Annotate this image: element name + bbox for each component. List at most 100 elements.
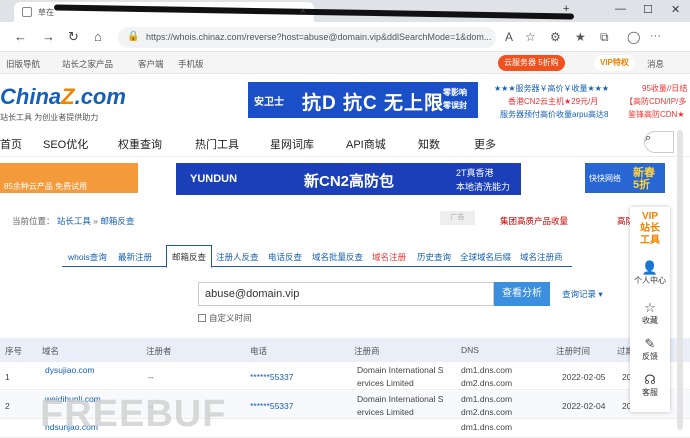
kuaikuai-brand: 快快网络 [589,174,621,183]
yundun-brand: YUNDUN [190,173,238,185]
row-index: 2 [5,401,10,411]
redaction-scribble [53,4,575,20]
row-registrar-line2: ervices Limited [357,378,414,388]
row-dns2: dm2.dns.com [461,407,513,417]
tab-registrar[interactable]: 域名注册商 [520,251,563,263]
ad-placeholder: 广告 [440,211,475,225]
nav-zhishu[interactable]: 知数 [418,136,440,152]
row-phone[interactable]: ******55337 [250,372,293,382]
topbar-item-mobile[interactable]: 手机版 [178,58,204,70]
group-products-ad-link[interactable]: 集团高质产品收量 [500,215,568,227]
tab-registrant-reverse[interactable]: 注册人反查 [216,251,259,263]
yundun-ad[interactable]: YUNDUN 新CN2高防包 2T真香港 本地清洗能力 [176,163,521,195]
minimize-icon[interactable]: — [615,3,626,15]
tab-history[interactable]: 历史查询 [417,251,451,263]
kuaikuai-sale: 新春5折 [633,167,655,191]
favorites-icon[interactable]: ★ [575,30,586,44]
tab-close-icon[interactable]: × [300,6,306,17]
yundun-sub1: 2T真香港 [456,168,494,178]
profile-icon[interactable]: ◯ [627,30,640,44]
nav-api[interactable]: API商城 [346,136,386,152]
row-dns2: dm2.dns.com [461,378,513,388]
browser-tab[interactable]: 草在 × [14,2,575,22]
header-date: 注册时间 [556,346,591,356]
sidebar-profile[interactable]: 👤 个人中心 [630,261,670,286]
query-history-dropdown[interactable]: 查询记录 ▾ [562,288,603,300]
extensions-icon[interactable]: ⚙ [550,30,561,44]
sidebar-favorite[interactable]: ☆ 收藏 [630,301,670,326]
promo-link-4[interactable]: 95收量//日结 [642,83,687,94]
row-registrar-line2: ervices Limited [357,407,414,417]
url-text: https://whois.chinaz.com/reverse?host=ab… [146,32,492,42]
breadcrumb-tools[interactable]: 站长工具 [57,216,91,226]
sidebar-support[interactable]: ☊ 客服 [630,373,670,398]
tab-whois[interactable]: whois查询 [68,251,107,263]
topbar-item-old-nav[interactable]: 旧版导航 [6,58,40,70]
tab-global-suffix[interactable]: 全球域名后缀 [460,251,511,263]
favorite-star-icon[interactable]: ☆ [525,30,536,44]
cloud-products-ad[interactable]: 85余种云产品 免费试用 [0,163,138,193]
more-icon[interactable]: ··· [650,30,661,42]
kuaikuai-ad[interactable]: 快快网络 新春5折 [585,163,665,193]
vip-tools-badge[interactable]: VIP 站长 工具 [630,211,670,247]
row-registrar-line1: Domain International S [357,394,444,404]
tab-phone-reverse[interactable]: 电话反查 [268,251,302,263]
tab-batch-reverse[interactable]: 域名批量反查 [312,251,363,263]
sidebar-feedback[interactable]: ✎ 反馈 [630,337,670,362]
topbar-messages[interactable]: 消息 [647,58,664,70]
row-registrant: -- [148,372,154,382]
new-tab-icon[interactable]: + [563,3,569,15]
header-domain: 域名 [42,346,60,356]
promo-link-5[interactable]: 【高防CDN/IP/多 [625,96,686,107]
nav-seo[interactable]: SEO优化 [43,136,88,152]
row-dns1: dm1.dns.com [461,422,513,432]
close-window-icon[interactable]: ✕ [671,3,680,16]
lock-icon: 🔒 [127,31,140,42]
logo-subtitle: 站长工具 为创业者提供助力 [0,113,99,122]
nav-hot-tools[interactable]: 热门工具 [195,136,239,152]
promo-vip-badge[interactable]: VIP特权 [594,55,635,71]
promo-link-2[interactable]: 香港CN2云主机★29元/月 [508,96,598,107]
maximize-icon[interactable]: ☐ [643,3,653,16]
nav-search-icon[interactable]: ⌕ [644,131,674,153]
collections-icon[interactable]: ⧉ [600,30,609,45]
promo-cloud-badge[interactable]: 云服务器 5折购 [498,55,565,71]
tab-email-reverse[interactable]: 邮箱反查 [172,251,206,263]
nav-keywords[interactable]: 星网词库 [270,136,314,152]
nav-more[interactable]: 更多 [474,136,496,152]
header-registrant: 注册者 [146,346,172,356]
home-icon[interactable]: ⌂ [94,29,102,44]
row-domain[interactable]: dysujiao.com [45,365,95,375]
header-registrar: 注册商 [354,346,380,356]
headset-icon: ☊ [644,372,656,387]
promo-link-3[interactable]: 服务器预付高价收量arpu高达8 [500,109,608,120]
page-scrollbar[interactable] [677,130,683,430]
url-bar[interactable]: 🔒 https://whois.chinaz.com/reverse?host=… [118,27,496,48]
header-dns: DNS [461,345,479,355]
reload-icon[interactable]: ↻ [68,29,79,45]
tab-latest-register[interactable]: 最新注册 [118,251,152,263]
back-icon[interactable]: ← [14,29,27,44]
email-search-input[interactable] [198,282,494,306]
forward-icon[interactable]: → [42,29,55,44]
tab-domain-register[interactable]: 域名注册 [372,251,406,263]
address-bar-row: ← → ↻ ⌂ 🔒 https://whois.chinaz.com/rever… [0,22,690,52]
analyze-button[interactable]: 查看分析 [494,282,550,306]
nav-weight[interactable]: 权重查询 [118,136,162,152]
promo-link-6[interactable]: 鉴锋高防CDN★ [628,109,685,120]
topbar-item-client[interactable]: 客户端 [138,58,164,70]
custom-time-checkbox[interactable] [198,314,206,322]
row-date: 2022-02-04 [562,401,606,411]
custom-time-option[interactable]: 自定义时间 [198,312,252,324]
promo-link-1[interactable]: ★★★服务器￥高价￥收量★★★ [494,83,609,94]
header-ad-banner[interactable]: 安卫士 抗D 抗C 无上限 零影响 零误封 [248,82,478,118]
nav-home[interactable]: 首页 [0,136,22,152]
row-phone[interactable]: ******55337 [250,401,293,411]
star-icon: ☆ [644,300,656,315]
row-registrar-line1: Domain International S [357,365,444,375]
breadcrumb-email-reverse[interactable]: 邮箱反查 [100,216,134,226]
chinaz-logo[interactable]: ChinaZ.com [0,84,126,110]
topbar-item-products[interactable]: 站长之家产品 [62,58,113,70]
read-aloud-icon[interactable]: A [505,30,513,44]
row-dns1: dm1.dns.com [461,365,513,375]
